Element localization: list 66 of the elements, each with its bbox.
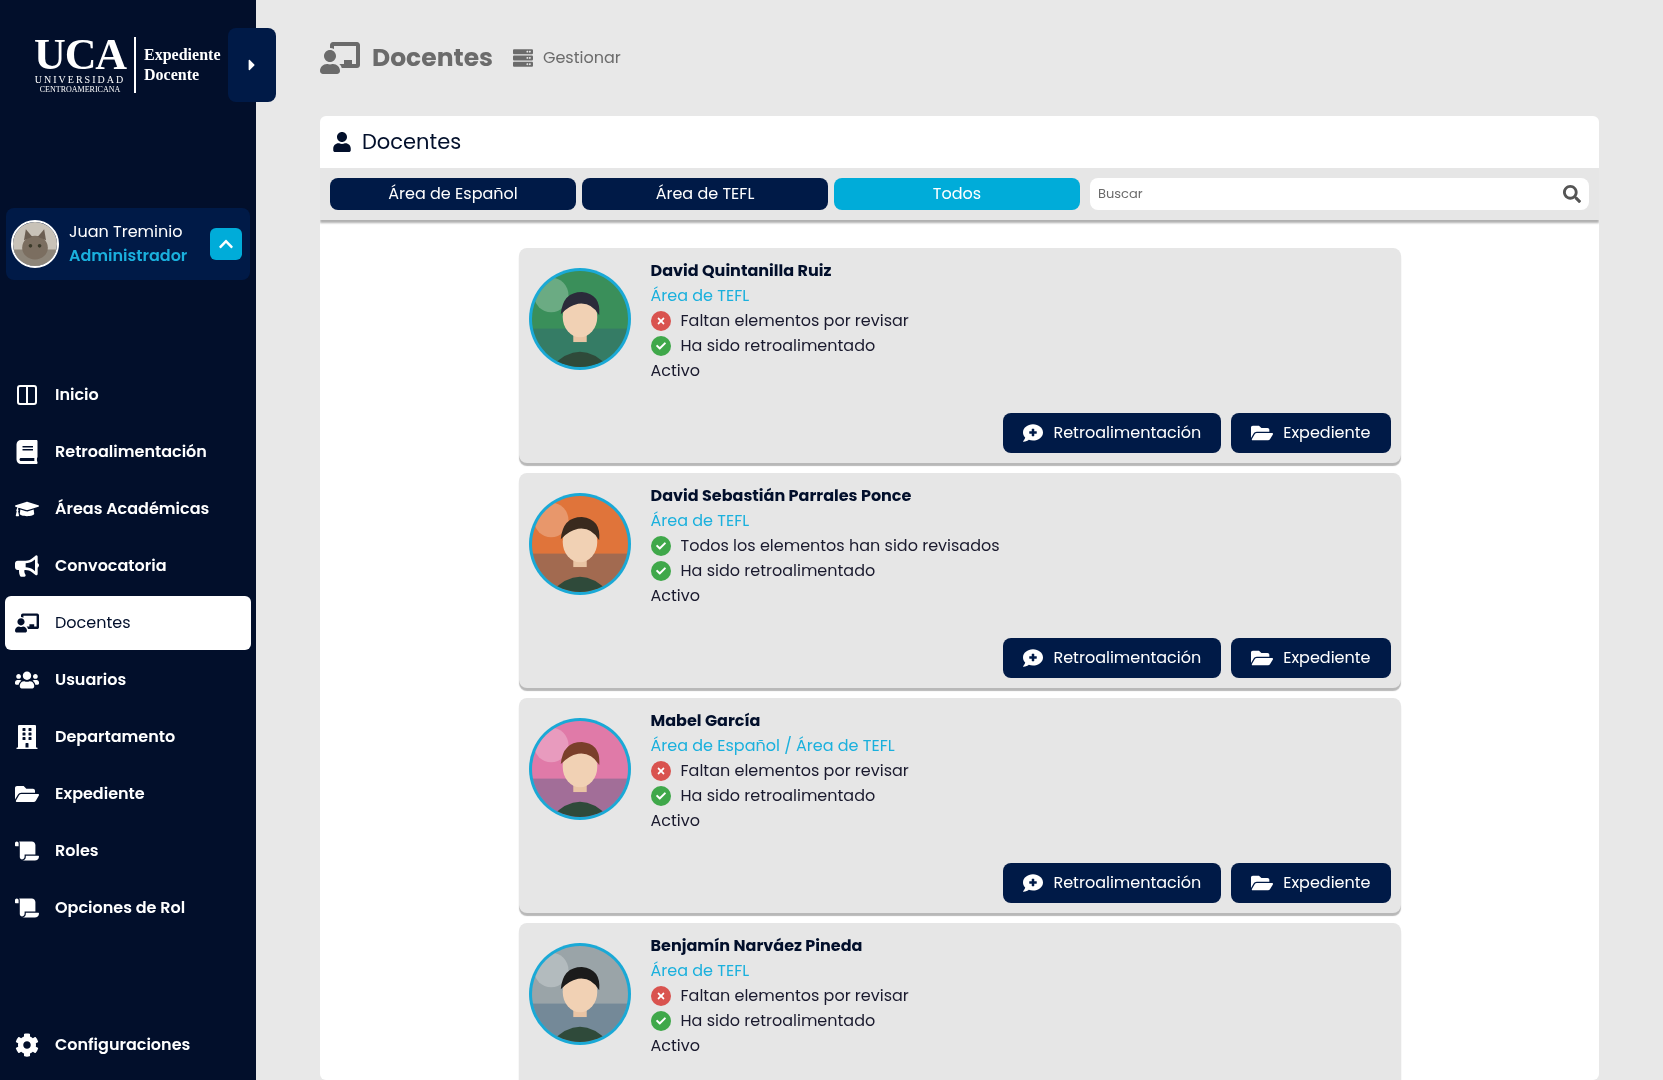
breadcrumb: Gestionar [543, 46, 621, 70]
search-icon [1563, 185, 1581, 203]
scroll-icon [15, 839, 39, 863]
logo-text: UCA [34, 35, 127, 74]
panel-title: Docentes [362, 126, 462, 158]
status-text: Ha sido retroalimentado [680, 333, 876, 358]
teacher-status: Activo [650, 1033, 701, 1058]
feedback-button[interactable]: Retroalimentación [1003, 863, 1222, 903]
logo-text: CENTROAMERICANA [39, 84, 121, 95]
teacher-status: Activo [650, 808, 701, 833]
nav-item[interactable]: Expediente [5, 767, 251, 821]
teacher-area: Área de TEFL [650, 958, 909, 983]
user-name: Juan Treminio [69, 220, 184, 244]
user-menu-toggle[interactable] [210, 228, 242, 260]
record-button[interactable]: Expediente [1231, 638, 1391, 678]
logo-text: Expediente [144, 45, 221, 65]
teacher-status: Activo [650, 583, 701, 608]
nav-item[interactable]: Departamento [5, 710, 251, 764]
nav-item[interactable]: Convocatoria [5, 539, 251, 593]
nav-item[interactable]: Roles [5, 824, 251, 878]
logo-text: UNIVERSIDAD [34, 73, 126, 85]
record-button[interactable]: Expediente [1231, 413, 1391, 453]
teacher-area: Área de TEFL [650, 508, 1000, 533]
teacher-name: Mabel García [650, 708, 762, 733]
building-icon [15, 725, 39, 749]
server-icon [513, 48, 533, 68]
status-text: Faltan elementos por revisar [680, 758, 909, 783]
teacher-name: David Quintanilla Ruiz [650, 258, 833, 283]
user-icon [332, 132, 352, 152]
teacher-area: Área de TEFL [650, 283, 909, 308]
nav-item[interactable]: Retroalimentación [5, 425, 251, 479]
nav-item[interactable]: Docentes [5, 596, 251, 650]
status-text: Ha sido retroalimentado [680, 1008, 876, 1033]
columns-icon [15, 383, 39, 407]
search-field[interactable]: Buscar [1090, 178, 1589, 210]
nav-item[interactable]: Inicio [5, 368, 251, 422]
teacher-name: Benjamín Narváez Pineda [650, 933, 864, 958]
status-text: Ha sido retroalimentado [680, 558, 876, 583]
logo-text: Docente [144, 65, 201, 85]
scroll-icon [15, 896, 39, 920]
user-role: Administrador [69, 244, 189, 268]
status-text: Ha sido retroalimentado [680, 783, 876, 808]
comment-plus-icon [1023, 423, 1044, 443]
teacher-board-icon [15, 611, 39, 635]
nav-item[interactable]: Configuraciones [55, 1033, 191, 1057]
nav-item[interactable]: Opciones de Rol [5, 881, 251, 935]
filter-tab[interactable]: Área de Español [330, 178, 576, 210]
status-text: Faltan elementos por revisar [680, 983, 909, 1008]
settings-icon [15, 1033, 39, 1057]
teacher-status: Activo [650, 358, 701, 383]
status-text: Todos los elementos han sido revisados [680, 533, 1000, 558]
book-icon [15, 440, 39, 464]
megaphone-icon [15, 554, 39, 578]
status-text: Faltan elementos por revisar [680, 308, 909, 333]
page-title: Docentes [372, 39, 493, 77]
comment-plus-icon [1023, 873, 1044, 893]
nav-item[interactable]: Usuarios [5, 653, 251, 707]
nav-item[interactable]: Áreas Académicas [5, 482, 251, 536]
teacher-area: Área de Español / Área de TEFL [650, 733, 909, 758]
record-button[interactable]: Expediente [1231, 863, 1391, 903]
collapse-button[interactable] [228, 28, 276, 102]
teacher-name: David Sebastián Parrales Ponce [650, 483, 913, 508]
feedback-button[interactable]: Retroalimentación [1003, 413, 1222, 453]
feedback-button[interactable]: Retroalimentación [1003, 638, 1222, 678]
comment-plus-icon [1023, 648, 1044, 668]
filter-tab[interactable]: Área de TEFL [582, 178, 828, 210]
